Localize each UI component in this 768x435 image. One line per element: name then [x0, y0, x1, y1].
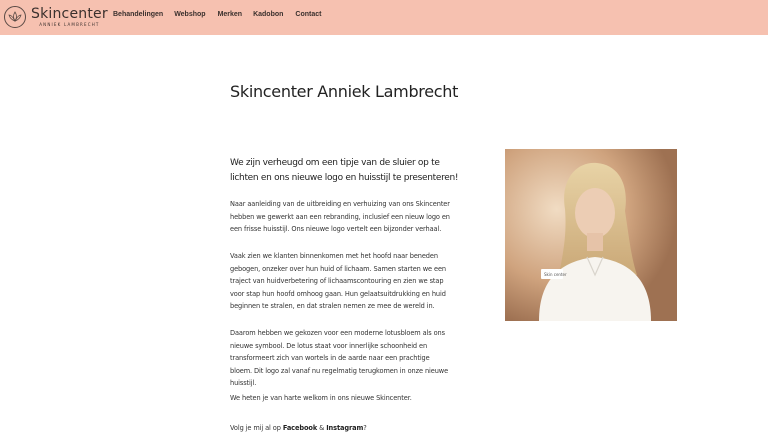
page-title: Skincenter Anniek Lambrecht	[230, 82, 459, 101]
paragraph-rebranding: Naar aanleiding van de uitbreiding en ve…	[230, 200, 450, 233]
nav-item-contact[interactable]: Contact	[295, 11, 321, 18]
badge-text: Skin center	[544, 272, 567, 277]
intro-text: We zijn verheugd om een tipje van de slu…	[230, 158, 459, 183]
paragraph-follow: Volg je mij al op Facebook & Instagram?	[230, 422, 452, 435]
main-nav: Behandelingen Webshop Merken Kadobon Con…	[113, 11, 321, 18]
logo-title: Skincenter	[31, 6, 108, 22]
follow-suffix: ?	[363, 424, 367, 432]
nav-item-merken[interactable]: Merken	[218, 11, 243, 18]
logo-subtitle: ANNIEK LAMBRECHT	[39, 22, 100, 27]
paragraph-lotus: Daarom hebben we gekozen voor een modern…	[230, 329, 449, 387]
follow-prefix: Volg je mij al op	[230, 424, 283, 432]
nav-item-kadobon[interactable]: Kadobon	[253, 11, 283, 18]
instagram-link[interactable]: Instagram	[326, 424, 363, 432]
nav-item-behandelingen[interactable]: Behandelingen	[113, 11, 163, 18]
portrait-illustration: Skin center	[505, 149, 677, 321]
paragraph-clients: Vaak zien we klanten binnenkomen met het…	[230, 252, 446, 310]
portrait-photo: Skin center	[505, 149, 677, 321]
lotus-logo-icon	[4, 6, 26, 28]
facebook-link[interactable]: Facebook	[283, 424, 317, 432]
paragraph-welcome: We heten je van harte welkom in ons nieu…	[230, 394, 412, 402]
follow-and: &	[317, 424, 327, 432]
nav-item-webshop[interactable]: Webshop	[174, 11, 205, 18]
site-logo[interactable]: Skincenter ANNIEK LAMBRECHT	[4, 5, 108, 29]
site-header: Skincenter ANNIEK LAMBRECHT Behandelinge…	[0, 0, 768, 35]
